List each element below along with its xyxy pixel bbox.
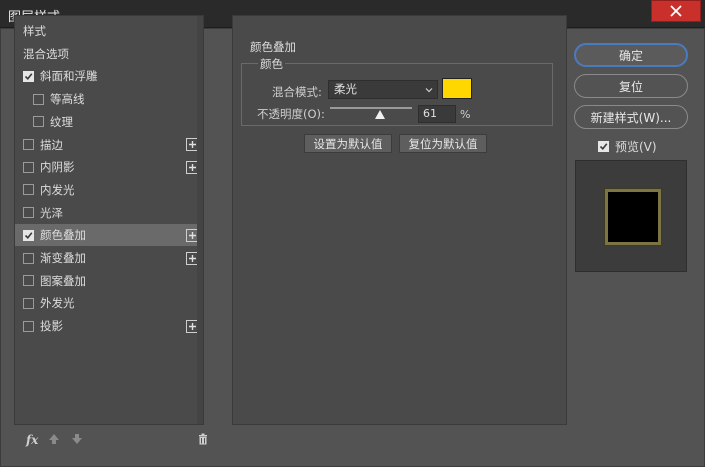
- style-list-item[interactable]: 内发光: [15, 179, 201, 201]
- move-up-icon[interactable]: [48, 433, 60, 445]
- new-style-button[interactable]: 新建样式(W)...: [574, 105, 688, 129]
- style-item-label: 混合选项: [23, 46, 69, 61]
- style-list-item[interactable]: 光泽: [15, 202, 201, 224]
- set-default-label: 设置为默认值: [313, 136, 383, 151]
- blend-mode-select[interactable]: 柔光: [328, 80, 438, 99]
- style-item-label: 内阴影: [40, 160, 75, 175]
- style-preview: [575, 160, 687, 272]
- fx-button[interactable]: fx: [26, 433, 38, 447]
- style-item-label: 样式: [23, 24, 46, 38]
- opacity-label: 不透明度(O):: [257, 107, 325, 121]
- list-scrollbar[interactable]: [197, 16, 203, 424]
- check-icon: [24, 73, 33, 80]
- reset-label: 复位: [618, 79, 643, 94]
- preview-thumbnail: [605, 189, 661, 245]
- style-item-label: 图案叠加: [40, 273, 86, 288]
- opacity-input[interactable]: 61: [418, 105, 456, 123]
- plus-icon: [189, 231, 196, 239]
- check-icon: [24, 232, 33, 239]
- style-item-label: 外发光: [40, 296, 75, 311]
- style-checkbox[interactable]: [23, 70, 34, 82]
- opacity-slider-track[interactable]: [330, 107, 412, 109]
- set-default-button[interactable]: 设置为默认值: [304, 134, 392, 153]
- style-item-label: 投影: [40, 319, 63, 334]
- preview-label: 预览(V): [615, 140, 657, 154]
- style-checkbox[interactable]: [23, 297, 34, 309]
- close-button[interactable]: [651, 0, 701, 22]
- style-item-label: 渐变叠加: [40, 251, 86, 265]
- reset-button[interactable]: 复位: [574, 74, 688, 98]
- style-checkbox[interactable]: [23, 252, 34, 264]
- style-item-label: 颜色叠加: [40, 228, 86, 243]
- style-item-label: 描边: [40, 137, 63, 152]
- check-icon: [599, 143, 608, 150]
- blend-mode-value: 柔光: [334, 82, 357, 96]
- style-item-label: 斜面和浮雕: [40, 69, 98, 84]
- style-checkbox[interactable]: [23, 139, 34, 150]
- style-list: 样式混合选项斜面和浮雕等高线纹理描边内阴影内发光光泽颜色叠加渐变叠加图案叠加外发…: [14, 15, 204, 425]
- style-checkbox[interactable]: [23, 320, 34, 332]
- plus-icon: [189, 163, 196, 171]
- opacity-slider-thumb[interactable]: [375, 110, 386, 119]
- move-down-icon[interactable]: [71, 433, 83, 445]
- preview-toggle[interactable]: 预览(V): [598, 138, 657, 155]
- plus-icon: [189, 322, 196, 330]
- style-checkbox[interactable]: [23, 275, 34, 287]
- style-item-label: 等高线: [50, 92, 85, 107]
- style-list-item[interactable]: 内阴影: [15, 156, 201, 178]
- reset-default-button[interactable]: 复位为默认值: [399, 134, 487, 153]
- close-icon: [670, 5, 682, 17]
- style-list-item[interactable]: 样式: [15, 20, 201, 42]
- overlay-color-swatch[interactable]: [442, 78, 472, 99]
- style-list-item[interactable]: 描边: [15, 134, 201, 156]
- chevron-down-icon: [425, 88, 433, 93]
- preview-checkbox[interactable]: [598, 141, 609, 152]
- style-list-item[interactable]: 颜色叠加: [15, 224, 201, 247]
- style-checkbox[interactable]: [23, 229, 34, 241]
- blend-mode-label: 混合模式:: [272, 85, 322, 99]
- style-list-item[interactable]: 混合选项: [15, 43, 201, 65]
- style-item-label: 光泽: [40, 205, 63, 220]
- style-checkbox[interactable]: [33, 116, 44, 128]
- plus-icon: [189, 254, 196, 262]
- ok-button[interactable]: 确定: [574, 43, 688, 67]
- style-list-item[interactable]: 纹理: [15, 111, 201, 133]
- style-list-item[interactable]: 等高线: [15, 88, 201, 110]
- style-list-item[interactable]: 外发光: [15, 292, 201, 314]
- style-list-footer: fx: [14, 430, 207, 452]
- style-list-item[interactable]: 渐变叠加: [15, 247, 201, 269]
- opacity-unit: %: [460, 108, 471, 121]
- style-item-label: 内发光: [40, 182, 75, 197]
- ok-label: 确定: [618, 48, 643, 63]
- style-checkbox[interactable]: [23, 161, 34, 173]
- section-title: 颜色叠加: [250, 40, 296, 54]
- opacity-value: 61: [423, 107, 437, 120]
- style-list-item[interactable]: 斜面和浮雕: [15, 65, 201, 87]
- style-list-item[interactable]: 投影: [15, 315, 201, 337]
- reset-default-label: 复位为默认值: [408, 136, 478, 151]
- trash-icon[interactable]: [197, 433, 209, 445]
- style-item-label: 纹理: [50, 114, 73, 129]
- plus-icon: [189, 141, 196, 148]
- style-checkbox[interactable]: [23, 207, 34, 219]
- color-group-title: 颜色: [258, 56, 285, 72]
- new-style-label: 新建样式(W)...: [590, 110, 672, 125]
- style-list-item[interactable]: 图案叠加: [15, 270, 201, 292]
- style-checkbox[interactable]: [23, 184, 34, 196]
- style-checkbox[interactable]: [33, 93, 44, 105]
